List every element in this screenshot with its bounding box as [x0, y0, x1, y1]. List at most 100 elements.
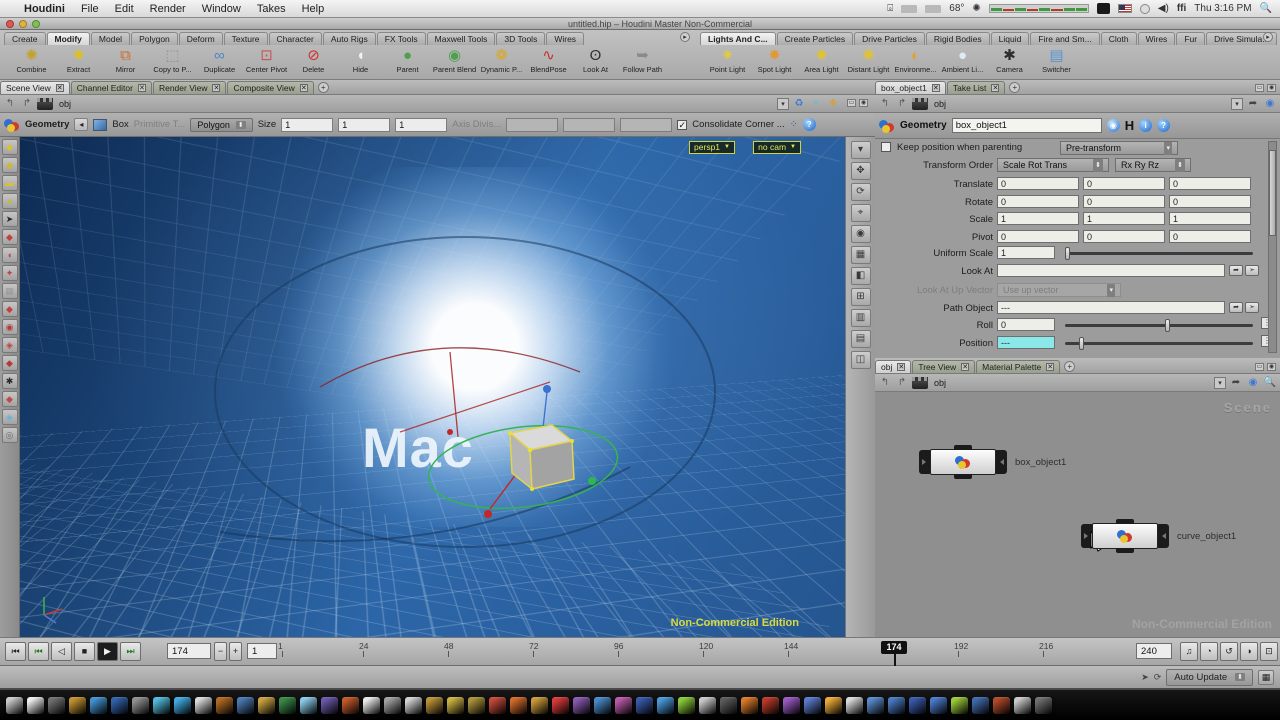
pin-icon[interactable]: ➦	[1229, 377, 1243, 388]
current-frame-badge[interactable]: 174	[881, 641, 907, 654]
shelf-tool-parent[interactable]: ●Parent	[384, 47, 431, 74]
shelf-tool-area-light[interactable]: ✹Area Light	[798, 47, 845, 74]
search-icon[interactable]: 🔍	[1263, 377, 1277, 388]
minimize-window-button[interactable]	[19, 20, 27, 28]
pivot-x-field[interactable]: 0	[997, 230, 1079, 243]
update-mode-dropdown[interactable]: Auto Update⬍	[1166, 669, 1253, 686]
wire-button[interactable]: ▤	[851, 330, 871, 348]
grid-button[interactable]: ▦	[851, 246, 871, 264]
new-tab-button[interactable]: +	[318, 82, 329, 93]
round-tool-button[interactable]: ◎	[2, 427, 18, 443]
shelf-tool-look-at[interactable]: ʘLook At	[572, 47, 619, 74]
half-button[interactable]: ◑	[1240, 642, 1258, 661]
dock-app-icon[interactable]	[468, 697, 485, 714]
step-back-button[interactable]: ⏮	[28, 642, 49, 661]
view-menu-button[interactable]: ▾	[851, 141, 871, 159]
temperature-label[interactable]: 68°	[949, 3, 964, 14]
dock-app-icon[interactable]	[552, 697, 569, 714]
shelf-tool-environme-[interactable]: ◐Environme...	[892, 47, 939, 74]
dock-app-icon[interactable]	[384, 697, 401, 714]
shelf-tool-blendpose[interactable]: ∿BlendPose	[525, 47, 572, 74]
frame-decrement-button[interactable]: −	[214, 642, 227, 661]
dock-app-icon[interactable]	[720, 697, 737, 714]
scale-x-field[interactable]: 1	[997, 212, 1079, 225]
shelf-tool-follow-path[interactable]: ➥Follow Path	[619, 47, 666, 74]
zoom-window-button[interactable]	[32, 20, 40, 28]
dock-app-icon[interactable]	[930, 697, 947, 714]
shelf-tab-texture[interactable]: Texture	[224, 32, 268, 45]
shelf-tab-wires[interactable]: Wires	[546, 32, 584, 45]
select-tool-button[interactable]: ➤	[2, 211, 18, 227]
shelf-tool-point-light[interactable]: ✷Point Light	[704, 47, 751, 74]
uniform-scale-slider[interactable]	[1065, 252, 1253, 255]
shelf-tab-rigid-bodies[interactable]: Rigid Bodies	[926, 32, 990, 45]
roll-field[interactable]: 0	[997, 318, 1055, 331]
realtime-button[interactable]: ◔	[1200, 642, 1218, 661]
dock-app-icon[interactable]	[804, 697, 821, 714]
scale-z-field[interactable]: 1	[1169, 212, 1251, 225]
pivot-z-field[interactable]: 0	[1169, 230, 1251, 243]
node-type-icon[interactable]	[912, 377, 928, 389]
shelf-tool-delete[interactable]: ⊘Delete	[290, 47, 337, 74]
path-object-field[interactable]: ---	[997, 301, 1225, 314]
camera-icon[interactable]: ⌻	[887, 3, 893, 14]
rotate-y-field[interactable]: 0	[1083, 195, 1165, 208]
shelf-tab-model[interactable]: Model	[91, 32, 130, 45]
palette-icon[interactable]: ❖	[826, 98, 840, 109]
shelf-tool-dynamic-p-[interactable]: ❁Dynamic P...	[478, 47, 525, 74]
dock-app-icon[interactable]	[27, 697, 44, 714]
menu-render[interactable]: Render	[150, 3, 186, 15]
dock-app-icon[interactable]	[153, 697, 170, 714]
play-button[interactable]: ▶	[97, 642, 118, 661]
select-node-button[interactable]: ◉	[1107, 119, 1120, 132]
back-arrow-icon[interactable]: ↰	[878, 98, 892, 109]
node-body[interactable]	[1092, 523, 1158, 549]
go-to-start-button[interactable]: ⏮	[5, 642, 26, 661]
dock-app-icon[interactable]	[489, 697, 506, 714]
new-tab-button[interactable]: +	[1009, 82, 1020, 93]
maximize-pane-button[interactable]: ▭	[1255, 84, 1264, 92]
shelf-tab-create[interactable]: Create	[4, 32, 46, 45]
shelf-tool-camera[interactable]: ✱Camera	[986, 47, 1033, 74]
close-tab-icon[interactable]: ✕	[212, 84, 220, 92]
model-tool-8-button[interactable]: ◆	[2, 355, 18, 371]
close-tab-icon[interactable]: ✕	[961, 363, 969, 371]
menubar-app-icon[interactable]	[1097, 3, 1110, 14]
close-tab-icon[interactable]: ✕	[897, 363, 905, 371]
forward-arrow-icon[interactable]: ↱	[20, 98, 34, 109]
shelf-tab-fur[interactable]: Fur	[1176, 32, 1205, 45]
fluid-icon[interactable]: ≈	[809, 98, 823, 109]
volume-icon[interactable]: ◀)	[1158, 3, 1169, 14]
close-tab-icon[interactable]: ✕	[300, 84, 308, 92]
size-z-field[interactable]: 1	[395, 118, 447, 132]
keep-position-checkbox[interactable]	[881, 142, 891, 152]
path-dropdown-button[interactable]: ▾	[777, 98, 789, 110]
target-icon[interactable]: ◉	[1246, 377, 1260, 388]
shelf-tab-deform[interactable]: Deform	[179, 32, 223, 45]
node-type-icon[interactable]	[37, 98, 53, 110]
dock-app-icon[interactable]	[132, 697, 149, 714]
dock-app-icon[interactable]	[90, 697, 107, 714]
dock-app-icon[interactable]	[888, 697, 905, 714]
shelf-tab-cloth[interactable]: Cloth	[1101, 32, 1137, 45]
forward-arrow-icon[interactable]: ↱	[895, 377, 909, 388]
dock-app-icon[interactable]	[783, 697, 800, 714]
pin-icon[interactable]: ➦	[1246, 98, 1260, 109]
slider-knob[interactable]	[1079, 337, 1084, 350]
recycle-icon[interactable]: ♻	[792, 98, 806, 109]
translate-x-field[interactable]: 0	[997, 177, 1079, 190]
new-tab-button[interactable]: +	[1064, 361, 1075, 372]
pretransform-dropdown[interactable]: Pre-transform▾	[1060, 141, 1178, 155]
help-button[interactable]: ?	[803, 118, 816, 131]
shelf-tool-mirror[interactable]: ⧉Mirror	[102, 47, 149, 74]
shelf-tab-character[interactable]: Character	[269, 32, 322, 45]
node-box-object1[interactable]: box_object1	[919, 448, 1066, 476]
path-dropdown-button[interactable]: ▾	[1231, 98, 1243, 110]
close-tab-icon[interactable]: ✕	[56, 84, 64, 92]
menu-edit[interactable]: Edit	[115, 3, 134, 15]
shelf-tool-hide[interactable]: ◖Hide	[337, 47, 384, 74]
transform-order-dropdown[interactable]: Scale Rot Trans⬍	[997, 158, 1109, 172]
dock-app-icon[interactable]	[615, 697, 632, 714]
input-language-flag-icon[interactable]	[1118, 4, 1132, 13]
dock-app-icon[interactable]	[6, 697, 23, 714]
